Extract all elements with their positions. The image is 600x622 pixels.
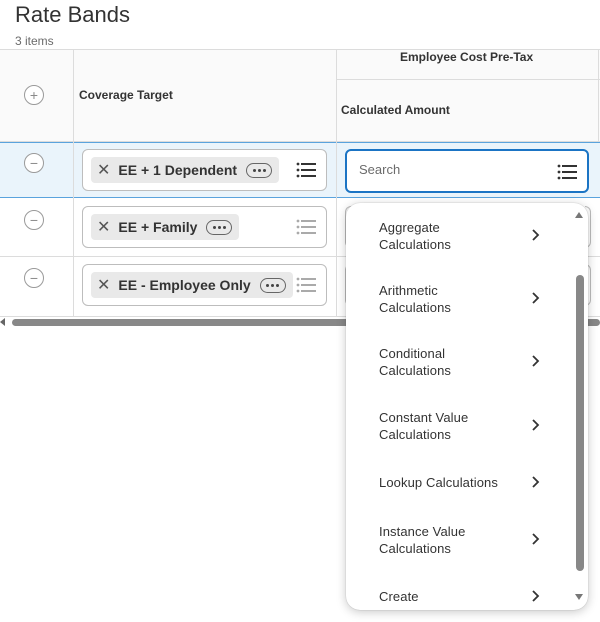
- coverage-target-field[interactable]: ✕ EE + Family: [82, 206, 327, 248]
- x-icon[interactable]: ✕: [97, 275, 110, 295]
- menu-scrollbar[interactable]: [576, 275, 584, 571]
- menu-item-aggregate-calculations[interactable]: Aggregate Calculations: [379, 219, 549, 253]
- x-icon[interactable]: ✕: [97, 217, 110, 237]
- coverage-target-field[interactable]: ✕ EE - Employee Only: [82, 264, 327, 306]
- list-icon[interactable]: [296, 162, 316, 178]
- divider: [73, 49, 74, 317]
- remove-row-button[interactable]: −: [24, 153, 44, 173]
- selected-value-pill: ✕ EE + Family: [91, 214, 240, 240]
- menu-item-conditional-calculations[interactable]: Conditional Calculations: [379, 345, 549, 379]
- calculation-type-menu: Aggregate Calculations Arithmetic Calculat…: [346, 203, 588, 610]
- search-input[interactable]: [359, 162, 539, 177]
- remove-row-button[interactable]: −: [24, 268, 44, 288]
- plus-circle-icon: +: [29, 86, 39, 103]
- minus-circle-icon: −: [29, 211, 39, 228]
- divider: [598, 49, 599, 141]
- list-icon[interactable]: [296, 277, 316, 293]
- divider: [336, 49, 337, 317]
- list-icon[interactable]: [557, 164, 577, 180]
- minus-circle-icon: −: [29, 154, 39, 171]
- coverage-value: EE + 1 Dependent: [118, 162, 238, 178]
- minus-circle-icon: −: [29, 269, 39, 286]
- chevron-right-icon: [532, 476, 540, 488]
- chevron-right-icon: [532, 590, 540, 602]
- chevron-right-icon: [532, 419, 540, 431]
- chevron-right-icon: [532, 533, 540, 545]
- selected-value-pill: ✕ EE - Employee Only: [91, 272, 293, 298]
- coverage-target-field[interactable]: ✕ EE + 1 Dependent: [82, 149, 327, 191]
- scroll-down-arrow-icon[interactable]: [575, 594, 583, 600]
- column-header-calculated-amount[interactable]: Calculated Amount: [341, 103, 450, 117]
- coverage-value: EE + Family: [118, 219, 198, 235]
- calculated-amount-search[interactable]: [345, 149, 589, 193]
- x-icon[interactable]: ✕: [97, 160, 110, 180]
- scroll-up-arrow-icon[interactable]: [575, 212, 583, 218]
- chevron-right-icon: [532, 292, 540, 304]
- menu-item-arithmetic-calculations[interactable]: Arithmetic Calculations: [379, 282, 549, 316]
- coverage-value: EE - Employee Only: [118, 277, 251, 293]
- list-icon[interactable]: [296, 219, 316, 235]
- ellipsis-icon[interactable]: [259, 277, 286, 293]
- add-row-button[interactable]: +: [24, 85, 44, 105]
- divider: [0, 141, 600, 142]
- column-group-header: Employee Cost Pre-Tax: [400, 50, 534, 64]
- divider: [336, 79, 600, 80]
- menu-item-create[interactable]: Create: [379, 588, 549, 605]
- selected-value-pill: ✕ EE + 1 Dependent: [91, 157, 280, 183]
- menu-item-lookup-calculations[interactable]: Lookup Calculations: [379, 474, 549, 491]
- ellipsis-icon[interactable]: [246, 162, 273, 178]
- ellipsis-icon[interactable]: [206, 219, 233, 235]
- menu-item-constant-value-calculations[interactable]: Constant Value Calculations: [379, 409, 549, 443]
- item-count: 3 items: [15, 34, 54, 48]
- remove-row-button[interactable]: −: [24, 210, 44, 230]
- page-title: Rate Bands: [15, 2, 130, 27]
- scroll-left-arrow-icon[interactable]: [0, 318, 5, 326]
- chevron-right-icon: [532, 355, 540, 367]
- column-header-coverage-target[interactable]: Coverage Target: [79, 88, 173, 102]
- menu-item-instance-value-calculations[interactable]: Instance Value Calculations: [379, 523, 549, 557]
- chevron-right-icon: [532, 229, 540, 241]
